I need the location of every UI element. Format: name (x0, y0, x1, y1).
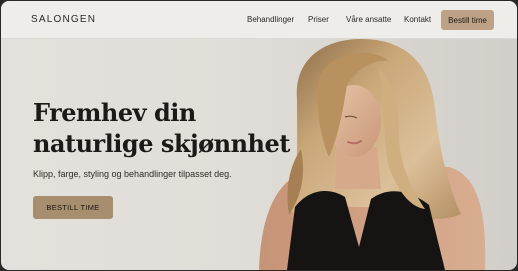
nav-link-priser[interactable]: Priser (308, 15, 329, 24)
nav-book-button[interactable]: Bestill time (441, 10, 494, 30)
hero-portrait-image (259, 39, 486, 270)
nav-link-kontakt[interactable]: Kontakt (404, 15, 431, 24)
nav-link-behandlinger[interactable]: Behandlinger (247, 15, 294, 24)
nav-link-vare-ansatte[interactable]: Våre ansatte (346, 15, 391, 24)
site-logo[interactable]: SALONGEN (31, 14, 96, 25)
hero-book-button[interactable]: BESTILL TIME (33, 196, 113, 219)
page: SALONGEN Behandlinger Priser Våre ansatt… (1, 1, 517, 270)
top-nav: SALONGEN Behandlinger Priser Våre ansatt… (1, 1, 517, 39)
hero-subtitle: Klipp, farge, styling og behandlinger ti… (33, 169, 232, 179)
